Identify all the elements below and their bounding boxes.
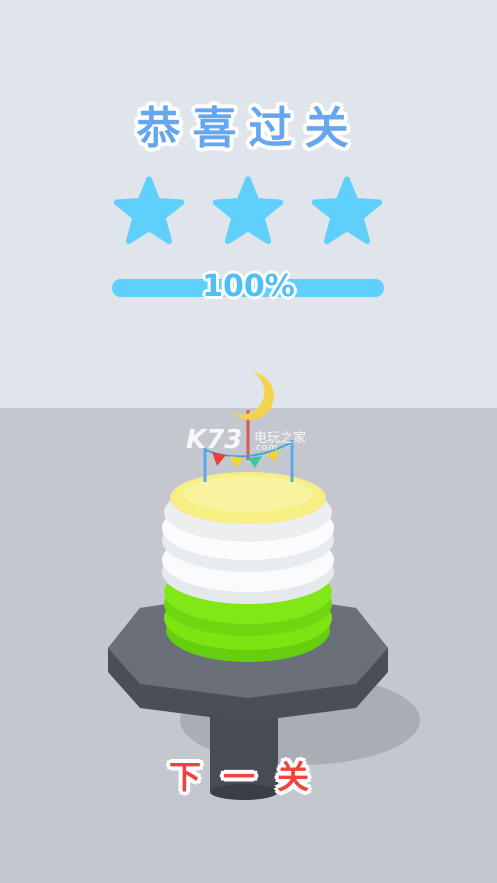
watermark-logo: K73 bbox=[186, 425, 243, 455]
next-level-button[interactable]: 下一关 bbox=[140, 752, 360, 802]
watermark: K73 电玩之家 .com bbox=[186, 425, 326, 459]
moon-icon bbox=[232, 372, 274, 420]
cake bbox=[162, 472, 334, 662]
watermark-url: .com bbox=[252, 443, 279, 453]
